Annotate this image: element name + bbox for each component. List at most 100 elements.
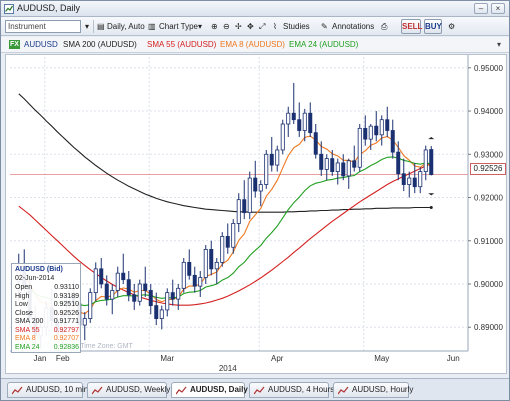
candle	[264, 149, 269, 189]
tab-audusd-4hours[interactable]: AUDUSD, 4 Hours	[249, 382, 334, 398]
candle-body	[132, 294, 137, 302]
candle-body	[341, 162, 346, 177]
candle-body	[363, 127, 368, 140]
candle-body	[143, 283, 148, 291]
info-row-value: 0.92836	[53, 343, 79, 351]
tab-audusd-10min[interactable]: AUDUSD, 10 min.	[7, 382, 90, 398]
tab-label: AUDUSD, 4 Hours	[268, 385, 335, 394]
candle-body	[374, 125, 379, 136]
candle	[143, 266, 148, 297]
window-title: AUDUSD, Daily	[17, 3, 81, 13]
info-row-value: 0.91771	[53, 318, 79, 325]
candle-body	[286, 112, 291, 125]
tab-chart-icon	[338, 386, 349, 395]
candle	[82, 312, 87, 341]
period-icon: ▤	[97, 22, 105, 31]
chart-type-chevron-icon[interactable]: ▾	[198, 20, 202, 33]
candle	[247, 171, 252, 220]
candle-body	[264, 153, 269, 185]
toolbar-separator	[93, 20, 94, 33]
fit-icon[interactable]: ⤢	[259, 20, 265, 33]
info-row-value: 0.93189	[53, 292, 79, 300]
candle-body	[352, 160, 357, 168]
candle-body	[258, 184, 263, 192]
annotations-icon: ✎	[321, 22, 328, 31]
minimize-button[interactable]: –	[474, 3, 488, 14]
info-row: SMA 200 0.91771	[15, 318, 79, 326]
info-row: EMA 24 0.92836	[15, 344, 79, 352]
candle-body	[137, 283, 142, 302]
instrument-dropdown-icon[interactable]: ▾	[85, 20, 89, 33]
candle	[341, 154, 346, 181]
crosshair-icon[interactable]: ✢	[235, 20, 242, 33]
x-tick-label: Mar	[160, 354, 174, 363]
studies-dropdown[interactable]: Studies	[283, 20, 310, 33]
y-tick-label: 0.93000	[474, 150, 503, 159]
buy-button[interactable]: BUY	[424, 19, 442, 34]
candle	[374, 111, 379, 142]
price-chart[interactable]: 0.95000 0.94000 0.93000 0.92000 0.91000 0.900…	[6, 55, 506, 373]
candle-body	[423, 149, 428, 172]
candle-body	[170, 292, 175, 300]
tab-audusd-weekly[interactable]: AUDUSD, Weekly	[87, 382, 170, 398]
y-tick-label: 0.91000	[474, 237, 503, 246]
tab-chart-icon	[92, 386, 103, 395]
info-row-label: Open	[15, 284, 33, 291]
candle	[313, 124, 318, 159]
title-bar[interactable]: AUDUSD, Daily – ×	[1, 1, 509, 17]
instrument-input[interactable]: Instrument	[5, 20, 81, 33]
info-row-label: SMA 55	[15, 326, 40, 334]
legend-item-ema24[interactable]: EMA 24 (AUDUSD)	[289, 40, 358, 49]
settings-icon[interactable]: ⚙	[448, 20, 455, 33]
period-dropdown[interactable]: Daily, Auto	[107, 20, 145, 33]
candle	[302, 108, 307, 142]
zoom-in-icon[interactable]: ⊕	[211, 20, 218, 33]
info-row-value: 0.92797	[53, 326, 79, 334]
x-year-label: 2014	[219, 364, 237, 373]
info-row: SMA 55 0.92797	[15, 327, 79, 335]
candle	[297, 102, 302, 137]
candle-body	[319, 153, 324, 170]
y-tick-label: 0.95000	[474, 64, 503, 73]
tab-label: AUDUSD, 10 min.	[26, 385, 91, 394]
drag-icon[interactable]: ✥	[247, 20, 254, 33]
candle	[192, 266, 197, 293]
info-row-label: High	[15, 292, 30, 300]
high-marker	[428, 136, 435, 140]
legend-item-ema8[interactable]: EMA 8 (AUDUSD)	[220, 40, 285, 49]
candle	[220, 232, 225, 267]
candle	[198, 271, 203, 297]
tab-chart-icon	[254, 386, 265, 395]
candle-body	[209, 248, 214, 270]
legend-item-sma55[interactable]: SMA 55 (AUDUSD)	[147, 40, 216, 49]
tab-audusd-daily[interactable]: AUDUSD, Daily	[171, 382, 248, 398]
info-row-label: Close	[15, 309, 33, 317]
info-row-label: Low	[15, 301, 28, 308]
tab-label: AUDUSD, Hourly	[352, 385, 414, 394]
legend-options-icon[interactable]: ▾	[497, 40, 501, 49]
study-legend-bar: FX AUDUSD SMA 200 (AUDUSD) SMA 55 (AUDUS…	[1, 37, 509, 53]
legend-symbol[interactable]: AUDUSD	[24, 40, 58, 49]
annotations-dropdown[interactable]: Annotations	[332, 20, 374, 33]
legend-item-sma200[interactable]: SMA 200 (AUDUSD)	[63, 40, 137, 49]
candle	[225, 223, 230, 254]
sell-button[interactable]: SELL	[401, 19, 422, 34]
info-row-label: EMA 8	[15, 335, 36, 342]
info-row: Open 0.93110	[15, 284, 79, 292]
info-title: AUDUSD (Bid)	[15, 266, 63, 273]
candle-body	[253, 177, 258, 192]
print-icon[interactable]: ⎙	[381, 20, 387, 33]
tab-audusd-hourly[interactable]: AUDUSD, Hourly	[333, 382, 413, 398]
tab-chart-icon	[12, 386, 23, 395]
chart-type-dropdown[interactable]: Chart Type	[159, 20, 198, 33]
candle-body	[203, 248, 208, 278]
candle	[159, 305, 164, 330]
candle	[280, 119, 285, 155]
candle-body	[313, 132, 318, 155]
y-tick-label: 0.89000	[474, 323, 503, 332]
y-tick-label: 0.94000	[474, 107, 503, 116]
zoom-out-icon[interactable]: ⊖	[223, 20, 230, 33]
x-tick-label: Feb	[56, 354, 70, 363]
close-button[interactable]: ×	[491, 3, 505, 14]
candle-body	[247, 177, 252, 214]
